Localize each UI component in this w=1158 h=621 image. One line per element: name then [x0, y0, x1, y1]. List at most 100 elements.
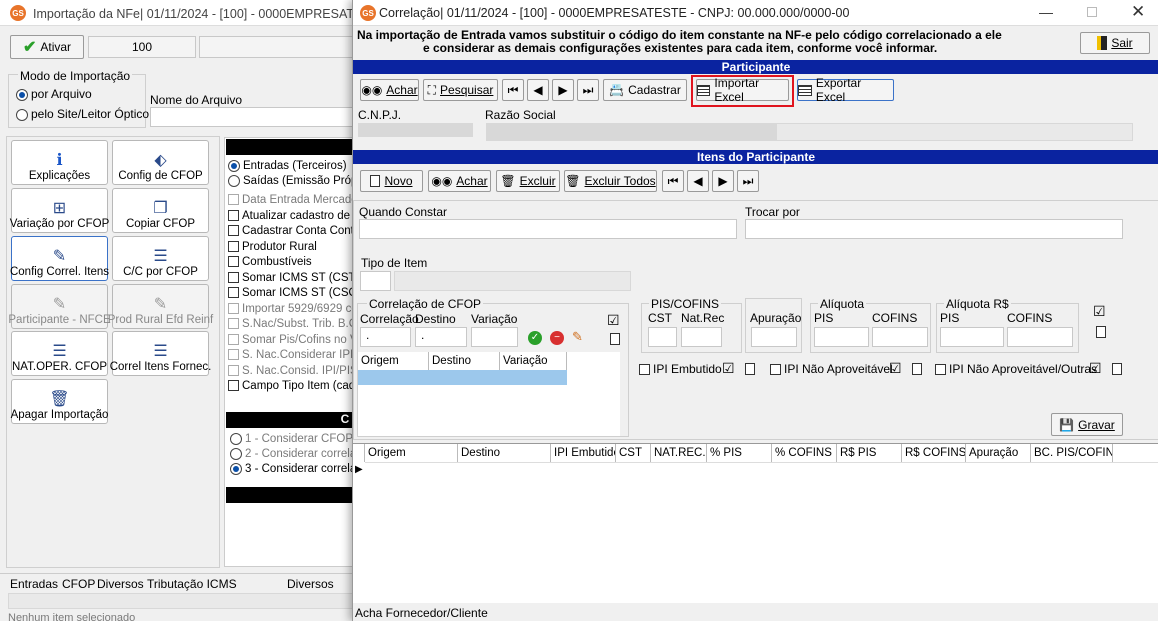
- grid-header-9[interactable]: Apuração: [966, 444, 1031, 462]
- confirm-icon[interactable]: ✓: [528, 331, 542, 345]
- item-next-button[interactable]: ▶: [712, 170, 734, 192]
- quando-constar-input[interactable]: [359, 219, 737, 239]
- excluir-button[interactable]: 🗑 Excluir: [496, 170, 560, 192]
- option-checkbox-8[interactable]: S.Nac/Subst. Trib. B.C: [228, 318, 354, 330]
- considerar-radio-1[interactable]: 2 - Considerar correlaç: [230, 448, 354, 460]
- tipo-item-code-input[interactable]: [360, 271, 391, 291]
- cfop-grid-destino-header[interactable]: Destino: [429, 352, 500, 370]
- option-checkbox-12[interactable]: Campo Tipo Item (cada: [228, 380, 354, 392]
- cadastrar-button[interactable]: 📇 Cadastrar: [603, 79, 687, 101]
- item-first-button[interactable]: ⏮: [662, 170, 684, 192]
- option-checkbox-4[interactable]: Combustíveis: [228, 256, 354, 268]
- last-record-button[interactable]: ⏭: [577, 79, 599, 101]
- tool-button-7[interactable]: ✎ Prod Rural Efd Reinf: [108, 284, 213, 329]
- ipi-outras-check-icon[interactable]: ☑: [1089, 360, 1102, 377]
- tab-tributacao[interactable]: Tributação ICMS: [147, 577, 237, 591]
- trocar-por-input[interactable]: [745, 219, 1123, 239]
- option-checkbox-11[interactable]: S. Nac.Consid. IPI/PIS: [228, 365, 354, 377]
- ipi-embutido-doc-icon[interactable]: [745, 363, 755, 375]
- tool-button-5[interactable]: ☰ C/C por CFOP: [112, 236, 209, 281]
- tool-button-10[interactable]: 🗑 Apagar Importação: [11, 379, 108, 424]
- ipi-embutido-check-icon[interactable]: ☑: [722, 360, 735, 377]
- variacao-input[interactable]: [471, 327, 518, 347]
- minimize-icon[interactable]: —: [1039, 4, 1053, 20]
- option-checkbox-9[interactable]: Somar Pis/Cofins no Vl: [228, 334, 354, 346]
- aliquota-cofins-input[interactable]: [872, 327, 928, 347]
- option-checkbox-1[interactable]: Atualizar cadastro de F: [228, 210, 354, 222]
- grid-header-10[interactable]: BC. PIS/COFINS: [1031, 444, 1113, 462]
- novo-button[interactable]: Novo: [360, 170, 423, 192]
- check-all-icon[interactable]: ☑: [607, 312, 620, 329]
- tab-diversos-2[interactable]: Diversos: [287, 577, 334, 591]
- aliquota-pis-input[interactable]: [814, 327, 869, 347]
- tool-button-3[interactable]: ❐ Copiar CFOP: [112, 188, 209, 233]
- tab-entradas[interactable]: Entradas: [10, 577, 58, 591]
- option-checkbox-7[interactable]: Importar 5929/6929 co: [228, 303, 354, 315]
- sair-button[interactable]: Sair: [1080, 32, 1150, 54]
- close-icon[interactable]: ✕: [1131, 2, 1145, 22]
- grid-header-3[interactable]: CST: [616, 444, 651, 462]
- apuracao-input[interactable]: [751, 327, 797, 347]
- radio-site-leitor[interactable]: pelo Site/Leitor Óptico: [16, 107, 149, 121]
- cst-input[interactable]: [648, 327, 677, 347]
- importar-excel-button[interactable]: Importar Excel: [696, 76, 789, 104]
- tool-button-8[interactable]: ☰ NAT.OPER. CFOP: [11, 331, 108, 376]
- next-record-button[interactable]: ▶: [552, 79, 574, 101]
- destino-input[interactable]: .: [415, 327, 467, 347]
- tool-button-6[interactable]: ✎ Participante - NFCE: [8, 284, 111, 329]
- considerar-radio-2[interactable]: 3 - Considerar correlaç: [230, 463, 354, 475]
- cancel-icon[interactable]: −: [550, 331, 564, 345]
- grid-header-7[interactable]: R$ PIS: [837, 444, 902, 462]
- blank-doc-icon-2[interactable]: [1096, 326, 1106, 338]
- pesquisar-button[interactable]: ⛶ Pesquisar: [423, 79, 498, 101]
- correlacao-input[interactable]: .: [360, 327, 411, 347]
- grid-header-4[interactable]: NAT.REC.: [651, 444, 707, 462]
- achar-item-button[interactable]: ◉◉ Achar: [428, 170, 491, 192]
- radio-por-arquivo[interactable]: por Arquivo: [16, 87, 92, 101]
- tab-cfop[interactable]: CFOP: [62, 577, 95, 591]
- cfop-grid-selected-row[interactable]: [358, 370, 567, 385]
- ipi-nao-aprov-checkbox[interactable]: IPI Não Aproveitável: [770, 362, 893, 376]
- item-last-button[interactable]: ⏭: [737, 170, 759, 192]
- option-checkbox-6[interactable]: Somar ICMS ST (CSOS: [228, 287, 354, 299]
- nome-arquivo-input[interactable]: [150, 107, 355, 127]
- eraser-icon[interactable]: ✎: [572, 329, 583, 345]
- gravar-button[interactable]: 💾 Gravar: [1051, 413, 1123, 436]
- achar-button[interactable]: ◉◉ Achar: [360, 79, 419, 101]
- tool-button-1[interactable]: ⬖ Config de CFOP: [112, 140, 209, 185]
- cfop-grid-variacao-header[interactable]: Variação: [500, 352, 567, 370]
- considerar-radio-0[interactable]: 1 - Considerar CFOP F: [230, 433, 354, 445]
- check-all-icon-2[interactable]: ☑: [1093, 303, 1106, 320]
- nat-rec-input[interactable]: [681, 327, 722, 347]
- maximize-icon[interactable]: [1087, 7, 1097, 17]
- exportar-excel-button[interactable]: Exportar Excel: [797, 76, 894, 104]
- ipi-nao-aprov-outras-checkbox[interactable]: IPI Não Aproveitável/Outras: [935, 362, 1097, 376]
- ativar-button[interactable]: ✔ Ativar: [10, 35, 84, 59]
- option-checkbox-3[interactable]: Produtor Rural: [228, 241, 354, 253]
- tool-button-4[interactable]: ✎ Config Correl. Itens: [10, 236, 109, 281]
- grid-header-2[interactable]: IPI Embutido: [551, 444, 616, 462]
- grid-header-8[interactable]: R$ COFINS: [902, 444, 966, 462]
- option-checkbox-2[interactable]: Cadastrar Conta Contá: [228, 225, 354, 237]
- option-checkbox-10[interactable]: S. Nac.Considerar IPI/: [228, 349, 354, 361]
- item-prev-button[interactable]: ◀: [687, 170, 709, 192]
- grid-header-6[interactable]: % COFINS: [772, 444, 837, 462]
- description-field[interactable]: [199, 36, 359, 58]
- prev-record-button[interactable]: ◀: [527, 79, 549, 101]
- tab-diversos[interactable]: Diversos: [97, 577, 144, 591]
- grid-header-5[interactable]: % PIS: [707, 444, 772, 462]
- option-checkbox-5[interactable]: Somar ICMS ST (CST...: [228, 272, 354, 284]
- aliquota-rs-pis-input[interactable]: [940, 327, 1004, 347]
- tool-button-2[interactable]: ⊞ Variação por CFOP: [10, 188, 109, 233]
- grid-header-0[interactable]: Origem: [365, 444, 458, 462]
- ipi-outras-doc-icon[interactable]: [1112, 363, 1122, 375]
- radio-saidas[interactable]: Saídas (Emissão Própr: [228, 175, 354, 187]
- blank-doc-icon[interactable]: [610, 333, 620, 345]
- first-record-button[interactable]: ⏮: [502, 79, 524, 101]
- cfop-grid-origem-header[interactable]: Origem: [358, 352, 429, 370]
- tool-button-0[interactable]: ℹ Explicações: [11, 140, 108, 185]
- code-field[interactable]: 100: [88, 36, 196, 58]
- radio-entradas[interactable]: Entradas (Terceiros): [228, 160, 347, 172]
- excluir-todos-button[interactable]: 🗑 Excluir Todos: [564, 170, 657, 192]
- ipi-embutido-checkbox[interactable]: IPI Embutido: [639, 362, 722, 376]
